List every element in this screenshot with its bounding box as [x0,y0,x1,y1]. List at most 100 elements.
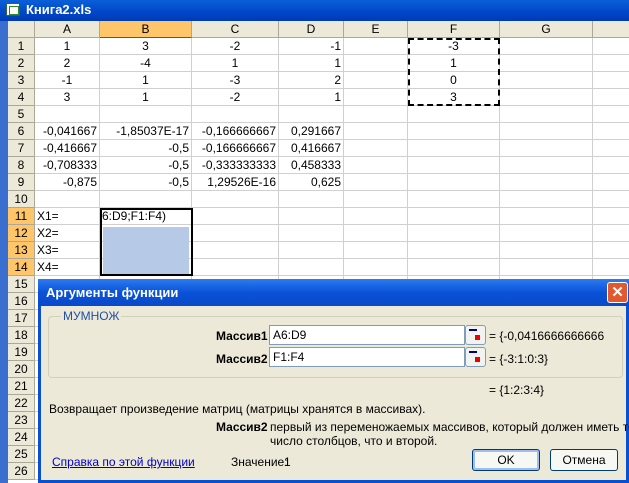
cell-c5[interactable] [192,106,279,123]
row-header-5[interactable]: 5 [8,106,35,123]
cell-b2[interactable]: -4 [100,55,192,72]
cell-d11[interactable] [279,208,344,225]
cell-b7[interactable]: -0,5 [100,140,192,157]
cell-c12[interactable] [192,225,279,242]
cell-h11[interactable] [593,208,629,225]
cell-c13[interactable] [192,242,279,259]
cell-e4[interactable] [344,89,408,106]
cell-f12[interactable] [408,225,500,242]
cell-h4[interactable] [593,89,629,106]
cell-d2[interactable]: 1 [279,55,344,72]
cell-b5[interactable] [100,106,192,123]
row-header-7[interactable]: 7 [8,140,35,157]
cell-c8[interactable]: -0,333333333 [192,157,279,174]
cell-g14[interactable] [500,259,593,276]
select-all-corner[interactable] [8,21,35,38]
cell-d4[interactable]: 1 [279,89,344,106]
cell-d12[interactable] [279,225,344,242]
cell-f13[interactable] [408,242,500,259]
cell-e14[interactable] [344,259,408,276]
column-header-e[interactable]: E [344,21,408,38]
row-header-14[interactable]: 14 [8,259,35,276]
ok-button[interactable]: OK [472,449,540,471]
cell-g12[interactable] [500,225,593,242]
cell-d7[interactable]: 0,416667 [279,140,344,157]
cell-f5[interactable] [408,106,500,123]
cell-a7[interactable]: -0,416667 [35,140,100,157]
cell-a2[interactable]: 2 [35,55,100,72]
row-header-24[interactable]: 24 [8,429,35,446]
cell-g10[interactable] [500,191,593,208]
cell-a6[interactable]: -0,041667 [35,123,100,140]
row-header-10[interactable]: 10 [8,191,35,208]
arg1-input[interactable]: A6:D9 [269,325,465,345]
cell-f8[interactable] [408,157,500,174]
cell-g13[interactable] [500,242,593,259]
cell-b3[interactable]: 1 [100,72,192,89]
cell-a5[interactable] [35,106,100,123]
cell-e2[interactable] [344,55,408,72]
row-header-25[interactable]: 25 [8,446,35,463]
row-header-21[interactable]: 21 [8,378,35,395]
cell-a11[interactable]: X1= [35,208,100,225]
cell-h3[interactable] [593,72,629,89]
cell-g4[interactable] [500,89,593,106]
cell-f11[interactable] [408,208,500,225]
cell-g5[interactable] [500,106,593,123]
cell-h8[interactable] [593,157,629,174]
cell-e3[interactable] [344,72,408,89]
column-header-h[interactable] [593,21,629,38]
cell-e9[interactable] [344,174,408,191]
cell-g3[interactable] [500,72,593,89]
column-header-d[interactable]: D [279,21,344,38]
column-header-b[interactable]: B [100,21,192,38]
cancel-button[interactable]: Отмена [550,449,618,471]
cell-g6[interactable] [500,123,593,140]
cell-d8[interactable]: 0,458333 [279,157,344,174]
row-header-23[interactable]: 23 [8,412,35,429]
cell-g9[interactable] [500,174,593,191]
cell-e1[interactable] [344,38,408,55]
cell-a1[interactable]: 1 [35,38,100,55]
cell-e11[interactable] [344,208,408,225]
row-header-1[interactable]: 1 [8,38,35,55]
cell-c1[interactable]: -2 [192,38,279,55]
cell-h1[interactable] [593,38,629,55]
row-header-26[interactable]: 26 [8,463,35,480]
cell-d5[interactable] [279,106,344,123]
cell-d3[interactable]: 2 [279,72,344,89]
cell-h2[interactable] [593,55,629,72]
cell-g2[interactable] [500,55,593,72]
row-header-15[interactable]: 15 [8,276,35,293]
cell-a14[interactable]: X4= [35,259,100,276]
cell-f10[interactable] [408,191,500,208]
row-header-12[interactable]: 12 [8,225,35,242]
cell-h10[interactable] [593,191,629,208]
cell-h5[interactable] [593,106,629,123]
cell-h14[interactable] [593,259,629,276]
cell-b9[interactable]: -0,5 [100,174,192,191]
row-header-4[interactable]: 4 [8,89,35,106]
arg2-input[interactable]: F1:F4 [269,347,465,367]
column-header-a[interactable]: A [35,21,100,38]
cell-h7[interactable] [593,140,629,157]
cell-g1[interactable] [500,38,593,55]
cell-a3[interactable]: -1 [35,72,100,89]
cell-h13[interactable] [593,242,629,259]
cell-d10[interactable] [279,191,344,208]
cell-e13[interactable] [344,242,408,259]
column-header-c[interactable]: C [192,21,279,38]
row-header-11[interactable]: 11 [8,208,35,225]
cell-b1[interactable]: 3 [100,38,192,55]
row-header-13[interactable]: 13 [8,242,35,259]
cell-g7[interactable] [500,140,593,157]
cell-b6[interactable]: -1,85037E-17 [100,123,192,140]
cell-e5[interactable] [344,106,408,123]
row-header-6[interactable]: 6 [8,123,35,140]
cell-b10[interactable] [100,191,192,208]
cell-d14[interactable] [279,259,344,276]
cell-c4[interactable]: -2 [192,89,279,106]
row-header-20[interactable]: 20 [8,361,35,378]
column-header-g[interactable]: G [500,21,593,38]
selection-border[interactable] [100,208,193,276]
